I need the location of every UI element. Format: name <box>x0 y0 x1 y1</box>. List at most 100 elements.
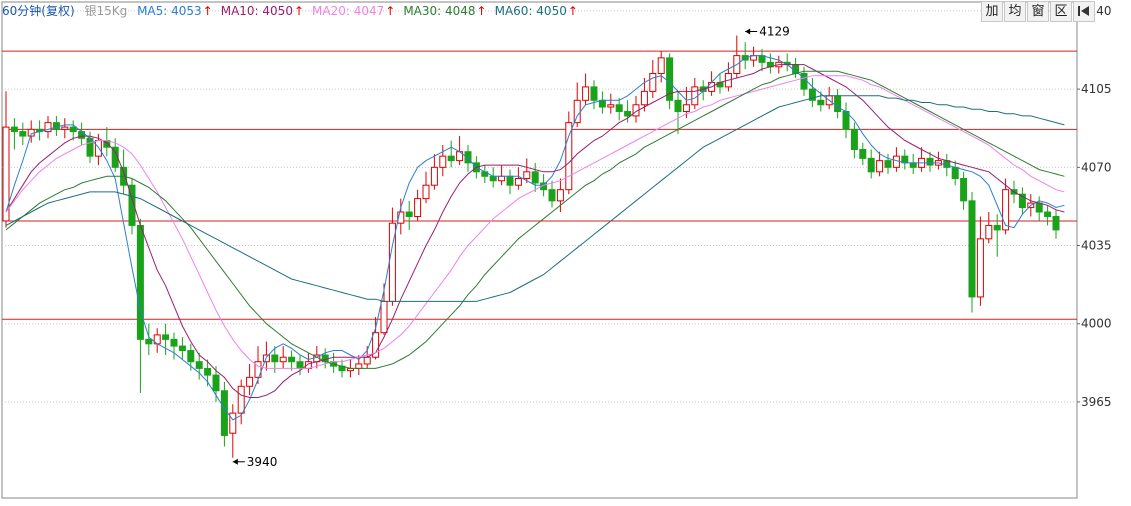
candle-body <box>867 157 875 173</box>
moving-average-button[interactable]: 均 <box>1004 1 1026 22</box>
candle-body <box>523 171 531 180</box>
candle-body <box>876 160 884 173</box>
chart-legend: 60分钟(复权) 银15Kg MA5: 4053↑ MA10: 4050↑ MA20… <box>2 2 592 20</box>
candle-body <box>439 155 447 168</box>
ma-line-ma5 <box>5 55 1065 421</box>
candle-body <box>514 178 522 186</box>
candle-body <box>170 338 178 347</box>
up-arrow-icon: ↑ <box>476 4 487 18</box>
candle-body <box>237 385 245 414</box>
candle-body <box>985 224 993 240</box>
candle-body <box>1044 211 1052 217</box>
candle-body <box>615 104 623 112</box>
candle-body <box>69 126 77 133</box>
candle-body <box>657 57 665 74</box>
candle-body <box>909 162 917 168</box>
legend-instrument: 银15Kg <box>84 4 128 18</box>
candle-body <box>145 338 153 345</box>
legend-ma-4: MA60: 4050 <box>494 4 567 18</box>
candle-body <box>380 300 388 334</box>
chart-toolbar: 加 均 窗 区 <box>981 1 1096 22</box>
candle-body <box>10 126 18 133</box>
candle-body <box>640 90 648 106</box>
annotation-arrow-icon <box>232 458 238 465</box>
legend-ma-1: MA10: 4050 <box>220 4 293 18</box>
candle-body <box>556 189 564 202</box>
up-arrow-icon: ↑ <box>567 4 578 18</box>
candle-body <box>288 356 296 363</box>
candle-body <box>590 86 598 101</box>
candle-body <box>178 345 186 352</box>
candle-body <box>850 128 858 150</box>
y-tick-label: 4105 <box>1081 82 1112 96</box>
candle-body <box>94 140 102 157</box>
candle-body <box>162 334 170 340</box>
annotation-label: 3940 <box>247 455 278 469</box>
up-arrow-icon: ↑ <box>202 4 213 18</box>
candle-body <box>447 155 455 162</box>
ma-line-ma60 <box>5 95 1065 302</box>
up-arrow-icon: ↑ <box>293 4 305 18</box>
candle-body <box>489 175 497 182</box>
candle-body <box>19 131 27 137</box>
candle-body <box>1002 189 1010 231</box>
candle-body <box>859 148 867 159</box>
candle-body <box>279 356 287 363</box>
candle-body <box>993 224 1001 231</box>
chart-canvas: 41404105407040354000396541293940 <box>1 1 1112 499</box>
candle-body <box>187 350 195 363</box>
candle-body <box>414 198 422 217</box>
candle-body <box>498 175 506 182</box>
annotation-label: 4129 <box>759 25 790 39</box>
candle-body <box>1052 215 1060 231</box>
y-tick-label: 4070 <box>1081 160 1112 174</box>
candle-body <box>582 86 590 101</box>
plot-frame <box>1 1 1078 499</box>
candle-body <box>968 200 976 298</box>
candle-body <box>212 374 220 392</box>
candle-body <box>506 175 514 186</box>
candle-body <box>229 412 237 434</box>
candle-body <box>1035 202 1043 213</box>
candle-body <box>607 104 615 108</box>
window-button[interactable]: 窗 <box>1027 1 1049 22</box>
candle-body <box>951 166 959 180</box>
candle-body <box>220 390 228 436</box>
candle-body <box>204 367 212 376</box>
candle-body <box>674 99 682 112</box>
candle-body <box>565 122 573 191</box>
candlestick-chart: 4140 4105 4070 4035 4000 3965 4129 3940 <box>0 0 1131 502</box>
candle-body <box>296 361 304 369</box>
y-tick-label: 4035 <box>1081 239 1112 253</box>
candle-body <box>195 361 203 369</box>
candle-body <box>834 95 842 112</box>
candle-body <box>355 363 363 369</box>
add-indicator-button[interactable]: 加 <box>981 1 1003 22</box>
legend-ma-2: MA20: 4047 <box>312 4 385 18</box>
play-left-icon[interactable] <box>1073 1 1095 22</box>
range-button[interactable]: 区 <box>1050 1 1072 22</box>
candle-body <box>61 126 69 130</box>
candle-body <box>531 171 539 184</box>
candle-body <box>682 104 690 112</box>
legend-ma-0: MA5: 4053 <box>137 4 202 18</box>
y-tick-label: 3965 <box>1081 395 1112 409</box>
candle-body <box>884 160 892 168</box>
candle-body <box>624 110 632 117</box>
legend-ma-3: MA30: 4048 <box>403 4 476 18</box>
candle-body <box>136 224 144 340</box>
legend-period: 60分钟(复权) <box>2 4 75 18</box>
candle-body <box>246 376 254 387</box>
candle-body <box>430 166 438 186</box>
up-arrow-icon: ↑ <box>385 4 396 18</box>
candle-body <box>817 99 825 106</box>
candle-body <box>52 122 60 130</box>
candle-body <box>363 356 371 365</box>
candle-body <box>78 131 86 139</box>
annotation-arrow-icon <box>745 28 751 35</box>
candle-body <box>960 178 968 202</box>
candle-body <box>422 184 430 200</box>
candle-body <box>649 72 657 92</box>
y-tick-label: 4000 <box>1081 317 1112 331</box>
ma-legend: MA5: 4053↑ MA10: 4050↑ MA20: 4047↑ MA30: 40… <box>137 4 586 18</box>
